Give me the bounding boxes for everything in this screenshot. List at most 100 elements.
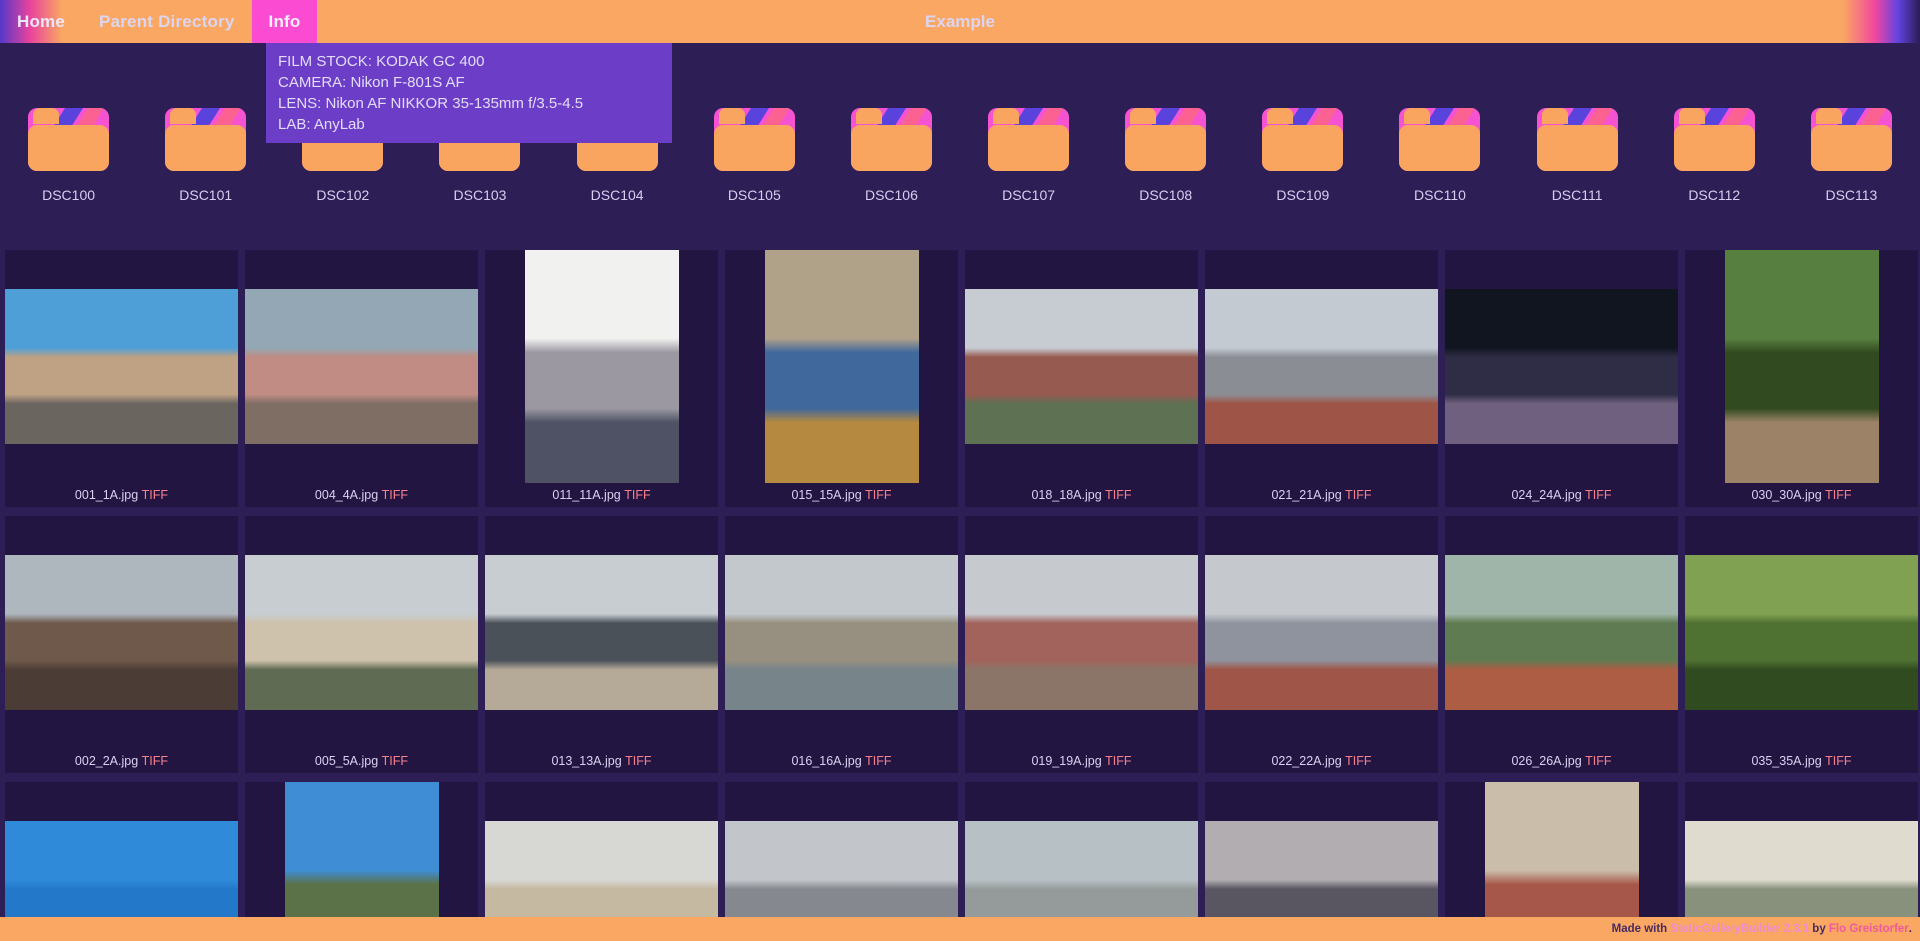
folder-item[interactable]: DSC105 — [686, 105, 823, 203]
photo-cell: 004_4A.jpg TIFF — [245, 250, 478, 507]
photo-filename: 035_35A.jpg — [1751, 754, 1821, 768]
tiff-link[interactable]: TIFF — [1345, 488, 1371, 502]
folder-icon — [1672, 105, 1757, 175]
folder-label: DSC104 — [591, 187, 644, 203]
photo-caption: 002_2A.jpg TIFF — [75, 749, 168, 773]
nav-home[interactable]: Home — [0, 0, 82, 43]
folder-label: DSC105 — [728, 187, 781, 203]
nav-parent-directory[interactable]: Parent Directory — [82, 0, 251, 43]
tiff-link[interactable]: TIFF — [142, 754, 168, 768]
folder-icon-tab — [856, 108, 882, 124]
folder-icon-front — [1811, 125, 1892, 171]
photo-filename: 005_5A.jpg — [315, 754, 378, 768]
footer-by: by — [1809, 923, 1829, 935]
info-panel: FILM STOCK: KODAK GC 400 CAMERA: Nikon F… — [266, 43, 672, 143]
photo-thumbnail[interactable] — [245, 555, 478, 710]
photo-thumbnail[interactable] — [1685, 555, 1918, 710]
folder-item[interactable]: DSC112 — [1646, 105, 1783, 203]
photo-thumbnail[interactable] — [245, 289, 478, 444]
folder-label: DSC113 — [1825, 187, 1877, 203]
tiff-link[interactable]: TIFF — [142, 488, 168, 502]
folder-item[interactable]: DSC111 — [1509, 105, 1646, 203]
tiff-link[interactable]: TIFF — [1825, 488, 1851, 502]
folder-label: DSC106 — [865, 187, 918, 203]
folder-label: DSC108 — [1139, 187, 1192, 203]
folder-icon-front — [851, 125, 932, 171]
tiff-link[interactable]: TIFF — [1585, 754, 1611, 768]
tiff-link[interactable]: TIFF — [624, 488, 650, 502]
thumbnail-box — [965, 250, 1198, 483]
folder-icon-tab — [170, 108, 196, 124]
photo-cell: 015_15A.jpg TIFF — [725, 250, 958, 507]
folder-item[interactable]: DSC113 — [1783, 105, 1920, 203]
photo-thumbnail[interactable] — [1205, 289, 1438, 444]
folder-icon-tab — [1267, 108, 1293, 124]
thumbnail-box — [1685, 516, 1918, 749]
photo-cell: 022_22A.jpg TIFF — [1205, 516, 1438, 773]
folder-icon — [1260, 105, 1345, 175]
folder-item[interactable]: DSC107 — [960, 105, 1097, 203]
thumbnail-box — [485, 516, 718, 749]
photo-thumbnail[interactable] — [965, 289, 1198, 444]
folder-label: DSC103 — [454, 187, 507, 203]
photo-thumbnail[interactable] — [1445, 555, 1678, 710]
folder-item[interactable]: DSC109 — [1234, 105, 1371, 203]
tiff-link[interactable]: TIFF — [1105, 754, 1131, 768]
photo-filename: 022_22A.jpg — [1271, 754, 1341, 768]
photo-thumbnail[interactable] — [1445, 289, 1678, 444]
folder-icon-front — [28, 125, 109, 171]
tiff-link[interactable]: TIFF — [1585, 488, 1611, 502]
tiff-link[interactable]: TIFF — [382, 488, 408, 502]
folder-item[interactable]: DSC101 — [137, 105, 274, 203]
footer-author-link[interactable]: Flo Greistorfer — [1829, 923, 1909, 935]
photo-thumbnail[interactable] — [765, 250, 919, 483]
thumbnail-box — [485, 250, 718, 483]
photo-thumbnail[interactable] — [485, 555, 718, 710]
footer-builder-link[interactable]: StaticGalleryBuilder 2.3.1 — [1670, 923, 1809, 935]
thumbnail-box — [245, 516, 478, 749]
photo-thumbnail[interactable] — [1725, 250, 1879, 483]
thumbnail-box — [1685, 250, 1918, 483]
info-lab: LAB: AnyLab — [278, 114, 660, 135]
folder-icon-tab — [33, 108, 59, 124]
tiff-link[interactable]: TIFF — [1825, 754, 1851, 768]
photo-caption: 022_22A.jpg TIFF — [1271, 749, 1371, 773]
folder-item[interactable]: DSC108 — [1097, 105, 1234, 203]
folder-icon-tab — [1679, 108, 1705, 124]
folder-icon — [1123, 105, 1208, 175]
thumbnail-box — [5, 516, 238, 749]
folder-icon-front — [165, 125, 246, 171]
folder-label: DSC107 — [1002, 187, 1055, 203]
folder-icon-tab — [1542, 108, 1568, 124]
photo-cell: 002_2A.jpg TIFF — [5, 516, 238, 773]
photo-cell: 026_26A.jpg TIFF — [1445, 516, 1678, 773]
photo-cell: 021_21A.jpg TIFF — [1205, 250, 1438, 507]
photo-caption: 004_4A.jpg TIFF — [315, 483, 408, 507]
folder-icon-tab — [1816, 108, 1842, 124]
photo-filename: 019_19A.jpg — [1031, 754, 1101, 768]
photo-thumbnail[interactable] — [5, 289, 238, 444]
tiff-link[interactable]: TIFF — [382, 754, 408, 768]
photo-thumbnail[interactable] — [1205, 555, 1438, 710]
photo-caption: 016_16A.jpg TIFF — [791, 749, 891, 773]
photo-thumbnail[interactable] — [525, 250, 679, 483]
folder-item[interactable]: DSC110 — [1371, 105, 1508, 203]
tiff-link[interactable]: TIFF — [1105, 488, 1131, 502]
thumbnail-box — [725, 516, 958, 749]
folder-item[interactable]: DSC100 — [0, 105, 137, 203]
tiff-link[interactable]: TIFF — [1345, 754, 1371, 768]
photo-thumbnail[interactable] — [5, 555, 238, 710]
photo-caption: 001_1A.jpg TIFF — [75, 483, 168, 507]
tiff-link[interactable]: TIFF — [625, 754, 651, 768]
folder-icon-tab — [1130, 108, 1156, 124]
nav-info[interactable]: Info — [252, 0, 318, 43]
folder-item[interactable]: DSC106 — [823, 105, 960, 203]
photo-thumbnail[interactable] — [725, 555, 958, 710]
tiff-link[interactable]: TIFF — [865, 754, 891, 768]
photo-cell: 001_1A.jpg TIFF — [5, 250, 238, 507]
photo-thumbnail[interactable] — [965, 555, 1198, 710]
folder-icon-front — [1262, 125, 1343, 171]
tiff-link[interactable]: TIFF — [865, 488, 891, 502]
photo-filename: 013_13A.jpg — [551, 754, 621, 768]
photo-cell: 024_24A.jpg TIFF — [1445, 250, 1678, 507]
